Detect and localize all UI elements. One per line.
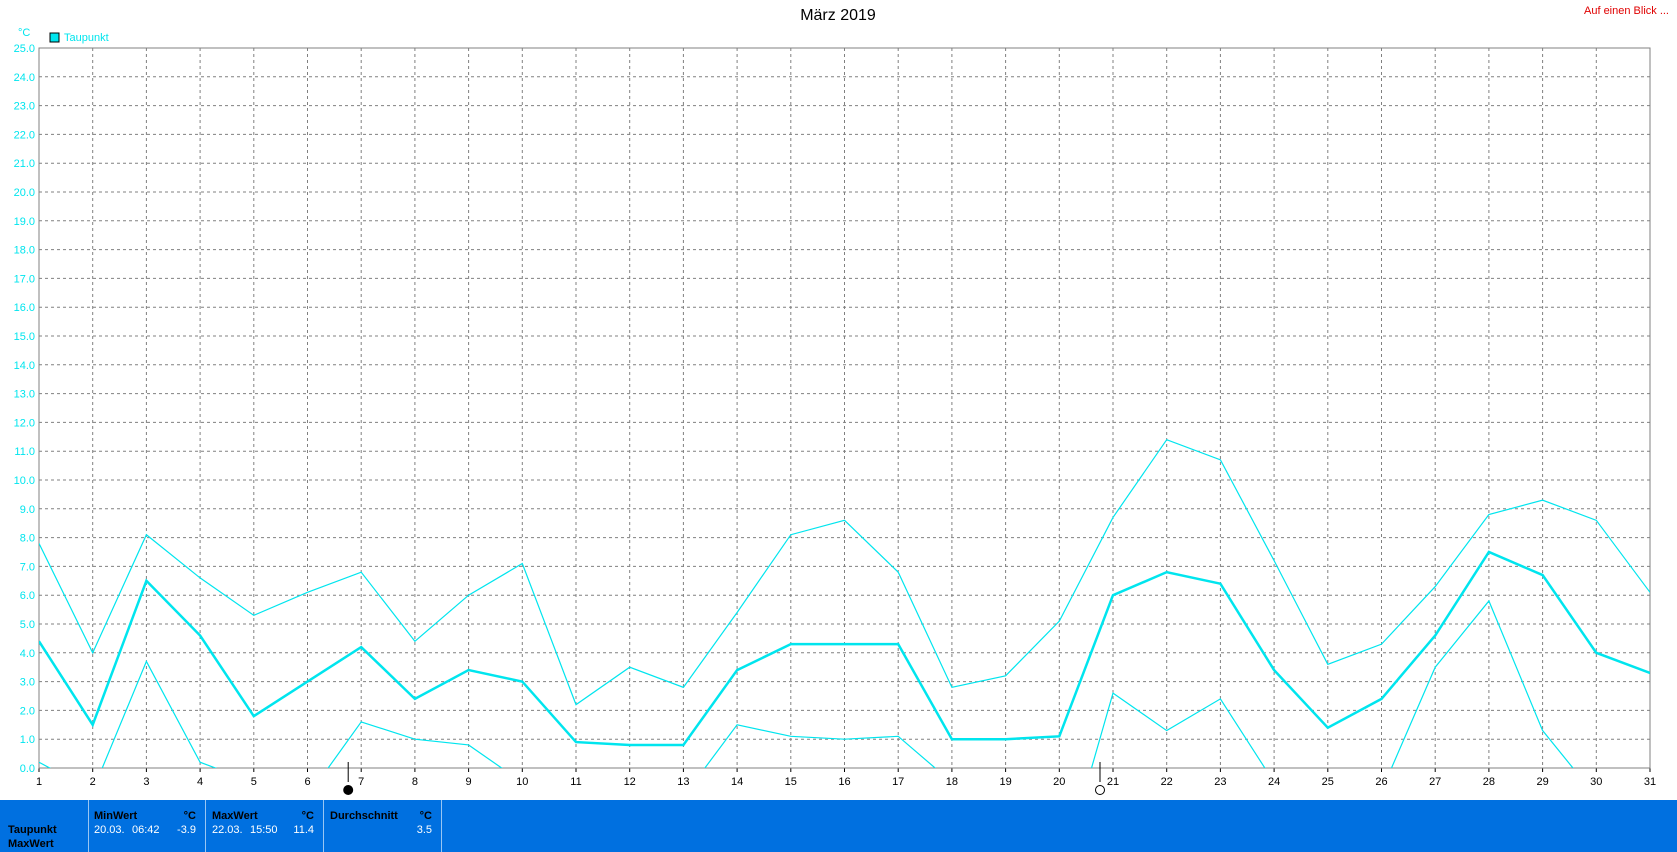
x-tick-label: 16 xyxy=(838,776,850,788)
y-tick-label: 4.0 xyxy=(20,648,35,660)
y-tick-label: 23.0 xyxy=(14,101,35,113)
row-label-maxwert: MaxWert xyxy=(8,838,54,850)
x-tick-label: 6 xyxy=(304,776,310,788)
y-tick-label: 20.0 xyxy=(14,187,35,199)
x-tick-label: 8 xyxy=(412,776,418,788)
stats-separator xyxy=(441,800,442,852)
min-value: -3.9 xyxy=(177,824,196,836)
x-tick-label: 3 xyxy=(143,776,149,788)
x-tick-label: 1 xyxy=(36,776,42,788)
stats-separator xyxy=(205,800,206,852)
x-tick-label: 20 xyxy=(1053,776,1065,788)
x-tick-label: 24 xyxy=(1268,776,1280,788)
y-tick-label: 21.0 xyxy=(14,158,35,170)
x-tick-label: 7 xyxy=(358,776,364,788)
x-tick-label: 23 xyxy=(1214,776,1226,788)
row-label-taupunkt: Taupunkt xyxy=(8,824,57,836)
x-tick-label: 12 xyxy=(624,776,636,788)
x-tick-label: 25 xyxy=(1322,776,1334,788)
x-tick-label: 31 xyxy=(1644,776,1656,788)
x-tick-label: 4 xyxy=(197,776,203,788)
min-date: 20.03. xyxy=(94,824,125,836)
max-time: 15:50 xyxy=(250,824,278,836)
x-tick-label: 21 xyxy=(1107,776,1119,788)
max-unit: °C xyxy=(301,810,314,822)
x-tick-label: 28 xyxy=(1483,776,1495,788)
stats-bar: Taupunkt MaxWert MinWert °C 20.03. 06:42… xyxy=(0,800,1677,852)
legend-label-taupunkt: Taupunkt xyxy=(64,32,109,44)
x-tick-label: 15 xyxy=(785,776,797,788)
y-tick-label: 12.0 xyxy=(14,417,35,429)
x-tick-label: 14 xyxy=(731,776,743,788)
y-tick-label: 0.0 xyxy=(20,763,35,775)
x-tick-label: 30 xyxy=(1590,776,1602,788)
moon-markers xyxy=(343,762,1105,795)
y-tick-label: 10.0 xyxy=(14,475,35,487)
chart-title: März 2019 xyxy=(800,7,876,24)
avg-unit: °C xyxy=(419,810,432,822)
y-axis-ticks: 0.0 1.0 2.0 3.0 4.0 5.0 6.0 7.0 8.0 9.0 10.0 11.0 12… xyxy=(14,43,35,775)
average-cell: Durchschnitt °C 3.5 xyxy=(330,800,440,852)
y-tick-label: 24.0 xyxy=(14,72,35,84)
stats-separator xyxy=(323,800,324,852)
x-tick-label: 17 xyxy=(892,776,904,788)
y-tick-label: 19.0 xyxy=(14,216,35,228)
legend: Taupunkt xyxy=(49,32,109,44)
y-tick-label: 15.0 xyxy=(14,331,35,343)
max-value: 11.4 xyxy=(293,824,314,836)
y-tick-label: 3.0 xyxy=(20,677,35,689)
y-tick-label: 2.0 xyxy=(20,705,35,717)
min-header: MinWert xyxy=(94,810,138,822)
x-tick-label: 26 xyxy=(1375,776,1387,788)
x-tick-label: 2 xyxy=(90,776,96,788)
x-tick-label: 11 xyxy=(570,776,581,788)
y-tick-label: 11.0 xyxy=(14,446,35,458)
y-tick-label: 16.0 xyxy=(14,302,35,314)
x-tick-label: 13 xyxy=(677,776,689,788)
x-tick-label: 22 xyxy=(1161,776,1173,788)
y-tick-label: 7.0 xyxy=(20,561,35,573)
x-tick-label: 9 xyxy=(466,776,472,788)
full-moon-icon xyxy=(1095,785,1105,795)
x-tick-label: 29 xyxy=(1536,776,1548,788)
stats-separator xyxy=(88,800,89,852)
y-tick-label: 6.0 xyxy=(20,590,35,602)
y-tick-label: 14.0 xyxy=(14,360,35,372)
y-tick-label: 22.0 xyxy=(14,129,35,141)
min-time: 06:42 xyxy=(132,824,160,836)
avg-value: 3.5 xyxy=(416,824,432,836)
y-tick-label: 1.0 xyxy=(20,734,35,746)
avg-header: Durchschnitt xyxy=(330,810,398,822)
y-unit-label: °C xyxy=(18,27,30,39)
min-unit: °C xyxy=(183,810,196,822)
y-tick-label: 13.0 xyxy=(14,389,35,401)
y-tick-label: 5.0 xyxy=(20,619,35,631)
x-tick-label: 19 xyxy=(999,776,1011,788)
x-tick-label: 18 xyxy=(946,776,958,788)
y-tick-label: 9.0 xyxy=(20,504,35,516)
y-tick-label: 17.0 xyxy=(14,273,35,285)
x-tick-label: 5 xyxy=(251,776,257,788)
legend-swatch xyxy=(49,32,60,43)
max-header: MaxWert xyxy=(212,810,258,822)
y-tick-label: 8.0 xyxy=(20,533,35,545)
min-value-cell: MinWert °C 20.03. 06:42 -3.9 xyxy=(94,800,204,852)
y-tick-label: 18.0 xyxy=(14,245,35,257)
max-date: 22.03. xyxy=(212,824,243,836)
grid xyxy=(38,47,1651,769)
new-moon-icon xyxy=(343,785,354,795)
y-tick-label: 25.0 xyxy=(14,43,35,55)
dewpoint-chart: März 2019 °C Taupunkt 0.0 1.0 2.0 3.0 4.0 5.0… xyxy=(14,7,1656,795)
x-axis-ticks: 1 2 3 4 5 6 7 8 9 10 11 12 13 14 15 16 17 18 19 20 21 22 23 24 2… xyxy=(36,768,1656,788)
x-tick-label: 27 xyxy=(1429,776,1441,788)
max-value-cell: MaxWert °C 22.03. 15:50 11.4 xyxy=(212,800,322,852)
x-tick-label: 10 xyxy=(516,776,528,788)
overview-link[interactable]: Auf einen Blick ... xyxy=(1584,5,1669,17)
